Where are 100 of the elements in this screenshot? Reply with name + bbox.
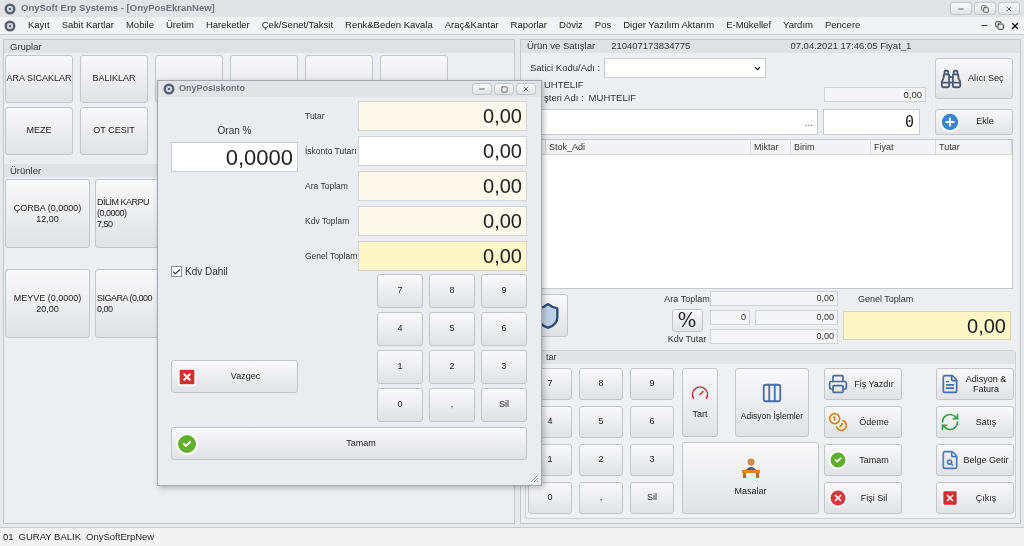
minimize-button[interactable] — [472, 83, 492, 95]
menu-item[interactable]: Döviz — [559, 18, 583, 33]
amount-field[interactable]: 0,00 — [358, 206, 527, 236]
ok-button[interactable]: Tamam — [171, 427, 527, 460]
printer-icon — [828, 374, 848, 394]
action-button[interactable]: Belge Getir — [936, 444, 1014, 476]
keypad-key[interactable]: 0 — [377, 388, 423, 422]
keypad-key[interactable]: 3 — [630, 444, 674, 476]
keypad-key[interactable]: 6 — [630, 406, 674, 438]
dialog-title: OnyPosIskonto — [179, 82, 245, 96]
keypad-key[interactable]: 8 — [579, 368, 623, 400]
amount-field[interactable]: 0,00 — [358, 101, 527, 131]
action-button[interactable]: Fiş Yazdır — [824, 368, 902, 400]
column-header[interactable]: Birim — [791, 140, 871, 154]
column-header[interactable]: Miktar — [751, 140, 791, 154]
menu-item[interactable]: Sabit Kartlar — [61, 18, 114, 33]
action-button[interactable]: Ödeme — [824, 406, 902, 438]
weigh-button[interactable]: Tart — [682, 368, 718, 437]
section-header: Gruplar — [4, 40, 514, 53]
check-icon — [175, 431, 199, 456]
maximize-button[interactable] — [494, 83, 514, 95]
group-button[interactable]: ARA SICAKLAR — [5, 55, 73, 103]
action-button[interactable]: Satış — [936, 406, 1014, 438]
amount-label: Kdv Toplam — [305, 214, 351, 228]
close-icon[interactable] — [1010, 20, 1020, 31]
keypad-key[interactable]: 5 — [579, 406, 623, 438]
menu-item[interactable]: Kayıt — [28, 18, 50, 33]
buyer-select-button[interactable]: Alıcı Seç — [935, 58, 1013, 99]
rate-field[interactable]: 0,0000 — [171, 142, 298, 172]
close-button[interactable] — [998, 2, 1020, 15]
status-text: 01 — [3, 529, 14, 544]
menu-item[interactable]: Pencere — [824, 18, 861, 33]
keypad-key[interactable]: Sil — [630, 482, 674, 514]
percent-button[interactable]: % — [671, 308, 703, 332]
keypad-key[interactable]: 4 — [377, 312, 423, 346]
keypad-key[interactable]: 0 — [528, 482, 572, 514]
menu-item[interactable]: Renk&Beden Kavala — [345, 18, 433, 33]
group-button[interactable]: MEZE — [5, 107, 73, 155]
menu-item[interactable]: Raporlar — [510, 18, 548, 33]
grand-total-field: 0,00 — [843, 310, 1011, 340]
bill-operations-button[interactable]: Adisyon İşlemler — [735, 368, 809, 437]
keypad-key[interactable]: , — [429, 388, 475, 422]
date-price: 07.04.2021 17:46:05 Fiyat_1 — [790, 39, 912, 54]
check-mark-icon — [172, 266, 181, 277]
group-button[interactable]: OT CESIT — [80, 107, 148, 155]
keypad-key[interactable]: 5 — [429, 312, 475, 346]
maximize-icon — [500, 85, 508, 93]
keypad-key[interactable]: 2 — [429, 350, 475, 384]
action-button[interactable]: Fişi Sil — [824, 482, 902, 514]
quantity-field[interactable]: 0 — [823, 109, 920, 135]
plus-icon — [939, 111, 961, 133]
customer-label: şteri Adı : — [544, 91, 584, 104]
menu-item[interactable]: Çek/Senet/Taksit — [261, 18, 334, 33]
keypad-key[interactable]: 9 — [630, 368, 674, 400]
person-at-desk-icon — [739, 457, 762, 480]
keypad-key[interactable]: 7 — [377, 274, 423, 308]
menu-item[interactable]: Araç&Kantar — [444, 18, 499, 33]
keypad-key[interactable]: 9 — [481, 274, 527, 308]
check-icon — [828, 450, 848, 470]
action-button[interactable]: Çıkış — [936, 482, 1014, 514]
keypad-key[interactable]: 6 — [481, 312, 527, 346]
customer-code: UHTELIF — [544, 78, 585, 91]
amount-field[interactable]: 0,00 — [358, 136, 527, 166]
discount-rate-field[interactable]: 0 — [710, 310, 750, 325]
delete-icon — [828, 488, 848, 508]
columns-icon — [761, 382, 783, 405]
action-button[interactable]: Adisyon & Fatura — [936, 368, 1014, 400]
menu-item[interactable]: Mobile — [125, 18, 154, 33]
menu-item[interactable]: Üretim — [165, 18, 194, 33]
group-button[interactable]: BALIKLAR — [80, 55, 148, 103]
column-header[interactable]: Stok_Adi — [546, 140, 751, 154]
minimize-button[interactable] — [950, 2, 972, 15]
keypad-key[interactable]: , — [579, 482, 623, 514]
keypad-key[interactable]: 8 — [429, 274, 475, 308]
menu-item[interactable]: Diger Yazılım Aktarım — [623, 18, 715, 33]
close-icon — [940, 488, 960, 508]
status-text: GURAY BALIK — [18, 529, 82, 544]
column-header[interactable]: Fiyat — [871, 140, 936, 154]
action-button[interactable]: Tamam — [824, 444, 902, 476]
add-button[interactable]: Ekle — [935, 109, 1013, 135]
restore-button[interactable] — [974, 2, 996, 15]
product-button[interactable]: ÇORBA (0,0000) 12,00 — [5, 179, 90, 248]
keypad-key[interactable]: 1 — [377, 350, 423, 384]
product-button[interactable]: MEYVE (0,0000) 20,00 — [5, 269, 90, 338]
menu-item[interactable]: E-Mükellef — [726, 18, 772, 33]
tables-button[interactable]: Masalar — [682, 442, 819, 514]
restore-icon[interactable] — [995, 21, 1004, 30]
amount-field[interactable]: 0,00 — [358, 171, 527, 201]
close-button[interactable] — [516, 83, 536, 95]
keypad-key[interactable]: 3 — [481, 350, 527, 384]
amount-field[interactable]: 0,00 — [358, 241, 527, 271]
keypad-key[interactable]: 2 — [579, 444, 623, 476]
menu-item[interactable]: Yardım — [783, 18, 813, 33]
cancel-button[interactable]: Vazgec — [171, 360, 298, 393]
keypad-key[interactable]: Sil — [481, 388, 527, 422]
menu-item[interactable]: Pos — [594, 18, 612, 33]
column-header[interactable]: Tutar — [936, 140, 1012, 154]
menu-item[interactable]: Hareketler — [205, 18, 250, 33]
document-icon — [940, 374, 960, 394]
receipt-number: 210407173834775 — [611, 39, 691, 54]
